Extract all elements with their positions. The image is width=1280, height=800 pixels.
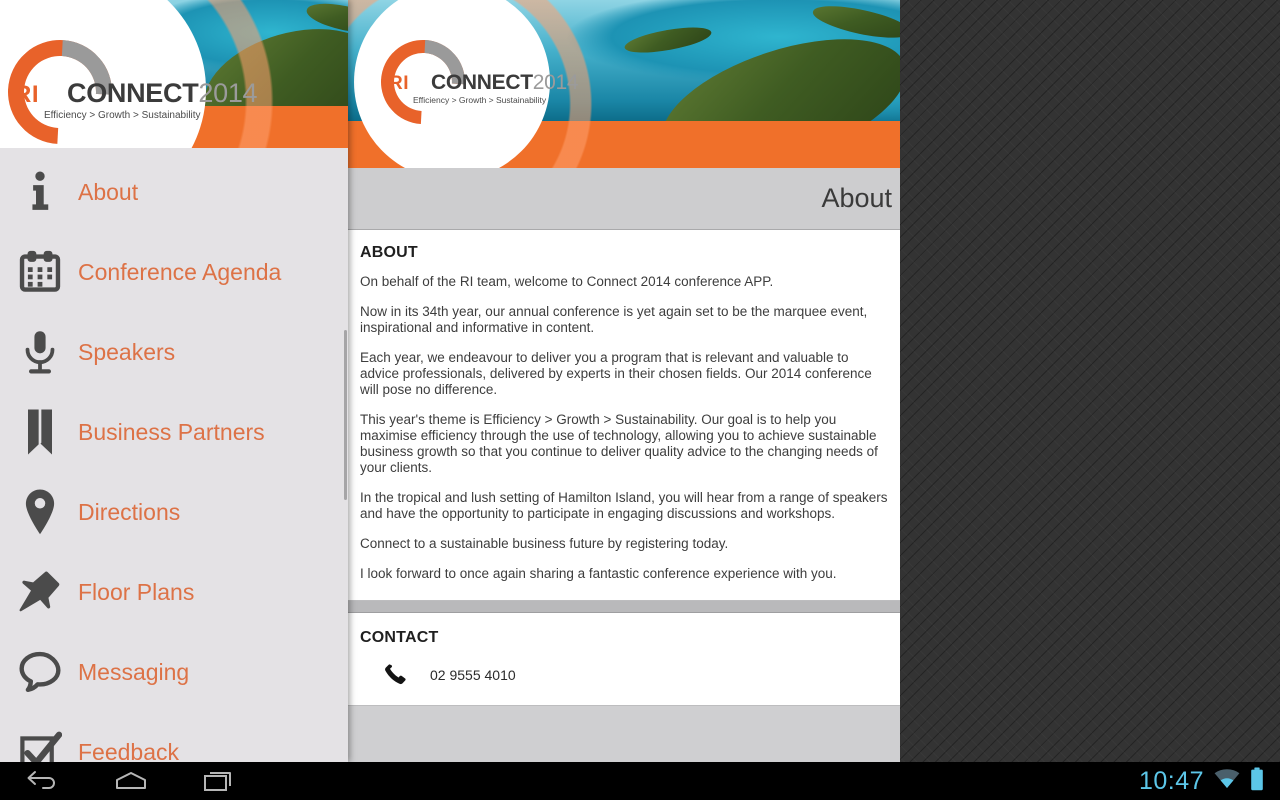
sidebar-item-label: Messaging <box>78 658 190 685</box>
info-icon <box>14 170 66 214</box>
logo-ri-text: RI <box>389 73 409 94</box>
app-window: RI CONNECT2014 Efficiency > Growth > Sust… <box>0 0 900 762</box>
drawer-scrollbar[interactable] <box>344 330 347 500</box>
wifi-icon[interactable] <box>1214 768 1240 794</box>
sidebar-item-conference-agenda[interactable]: Conference Agenda <box>0 232 348 312</box>
contact-phone-row[interactable]: 02 9555 4010 <box>360 661 888 689</box>
drawer-logo-connect-text: CONNECT <box>67 78 199 108</box>
drawer-header-banner: RI CONNECT2014 Efficiency > Growth > Sust… <box>0 0 348 148</box>
sidebar-item-label: Speakers <box>78 338 176 365</box>
drawer-logo-ri-text: RI <box>14 81 39 108</box>
navigation-drawer: RI CONNECT2014 Efficiency > Growth > Sust… <box>0 0 348 762</box>
contact-heading: CONTACT <box>360 629 439 646</box>
content-header-banner: RI CONNECT2014 Efficiency > Growth > Sust… <box>348 0 900 168</box>
sidebar-item-business-partners[interactable]: Business Partners <box>0 392 348 472</box>
drawer-logo-disc: RI CONNECT2014 Efficiency > Growth > Sust… <box>0 0 258 148</box>
recents-icon[interactable] <box>198 766 240 796</box>
about-paragraph: On behalf of the RI team, welcome to Con… <box>360 274 774 289</box>
card-separator <box>348 601 900 613</box>
system-nav-buttons <box>22 766 240 796</box>
main-content-column: RI CONNECT2014 Efficiency > Growth > Sust… <box>348 0 900 762</box>
about-paragraph: In the tropical and lush setting of Hami… <box>360 490 888 521</box>
speech-bubble-icon <box>14 650 66 694</box>
connect-logo: RI CONNECT2014 Efficiency > Growth > Sust… <box>363 22 579 142</box>
map-pin-icon <box>14 488 66 536</box>
about-paragraph: I look forward to once again sharing a f… <box>360 566 837 581</box>
logo-tagline: Efficiency > Growth > Sustainability <box>413 95 547 105</box>
sidebar-item-label: About <box>78 178 139 205</box>
about-card: ABOUT On behalf of the RI team, welcome … <box>348 230 900 601</box>
calendar-icon <box>14 250 66 294</box>
pushpin-icon <box>14 569 66 615</box>
status-clock[interactable]: 10:47 <box>1139 767 1204 796</box>
bookmark-icon <box>14 408 66 456</box>
checkbox-checked-icon <box>14 730 66 762</box>
logo-connect-text: CONNECT <box>431 71 533 94</box>
contact-card: CONTACT 02 9555 4010 <box>348 613 900 706</box>
sidebar-item-feedback[interactable]: Feedback <box>0 712 348 762</box>
sidebar-item-label: Conference Agenda <box>78 258 282 285</box>
drawer-connect-logo: RI CONNECT2014 Efficiency > Growth > Sust… <box>0 18 258 148</box>
about-heading: ABOUT <box>360 244 418 261</box>
about-paragraph: Each year, we endeavour to deliver you a… <box>360 350 872 397</box>
system-status-area: 10:47 <box>1139 767 1264 796</box>
sidebar-item-floor-plans[interactable]: Floor Plans <box>0 552 348 632</box>
about-paragraph: This year's theme is Efficiency > Growth… <box>360 412 878 475</box>
screen: RI CONNECT2014 Efficiency > Growth > Sust… <box>0 0 1280 800</box>
drawer-nav-list: About Conference Agenda Speakers Busines… <box>0 148 348 762</box>
contact-phone-value: 02 9555 4010 <box>430 667 516 683</box>
banner-logo-disc: RI CONNECT2014 Efficiency > Growth > Sust… <box>354 0 579 168</box>
sidebar-item-messaging[interactable]: Messaging <box>0 632 348 712</box>
drawer-logo-tagline: Efficiency > Growth > Sustainability <box>44 110 201 121</box>
home-icon[interactable] <box>110 766 152 796</box>
sidebar-item-label: Feedback <box>78 738 180 763</box>
page-titlebar: About <box>348 168 900 230</box>
phone-icon <box>360 661 430 689</box>
sidebar-item-label: Directions <box>78 498 181 525</box>
sidebar-item-label: Floor Plans <box>78 578 195 605</box>
microphone-icon <box>14 329 66 375</box>
sidebar-item-speakers[interactable]: Speakers <box>0 312 348 392</box>
back-icon[interactable] <box>22 766 64 796</box>
page-title: About <box>821 183 892 213</box>
about-paragraph: Now in its 34th year, our annual confere… <box>360 304 868 335</box>
about-paragraph: Connect to a sustainable business future… <box>360 536 729 551</box>
drawer-logo-year-text: 2014 <box>198 78 258 108</box>
battery-icon[interactable] <box>1250 767 1264 796</box>
sidebar-item-label: Business Partners <box>78 418 265 445</box>
sidebar-item-directions[interactable]: Directions <box>0 472 348 552</box>
android-system-bar: 10:47 <box>0 762 1280 800</box>
logo-year-text: 2014 <box>532 71 579 94</box>
sidebar-item-about[interactable]: About <box>0 152 348 232</box>
